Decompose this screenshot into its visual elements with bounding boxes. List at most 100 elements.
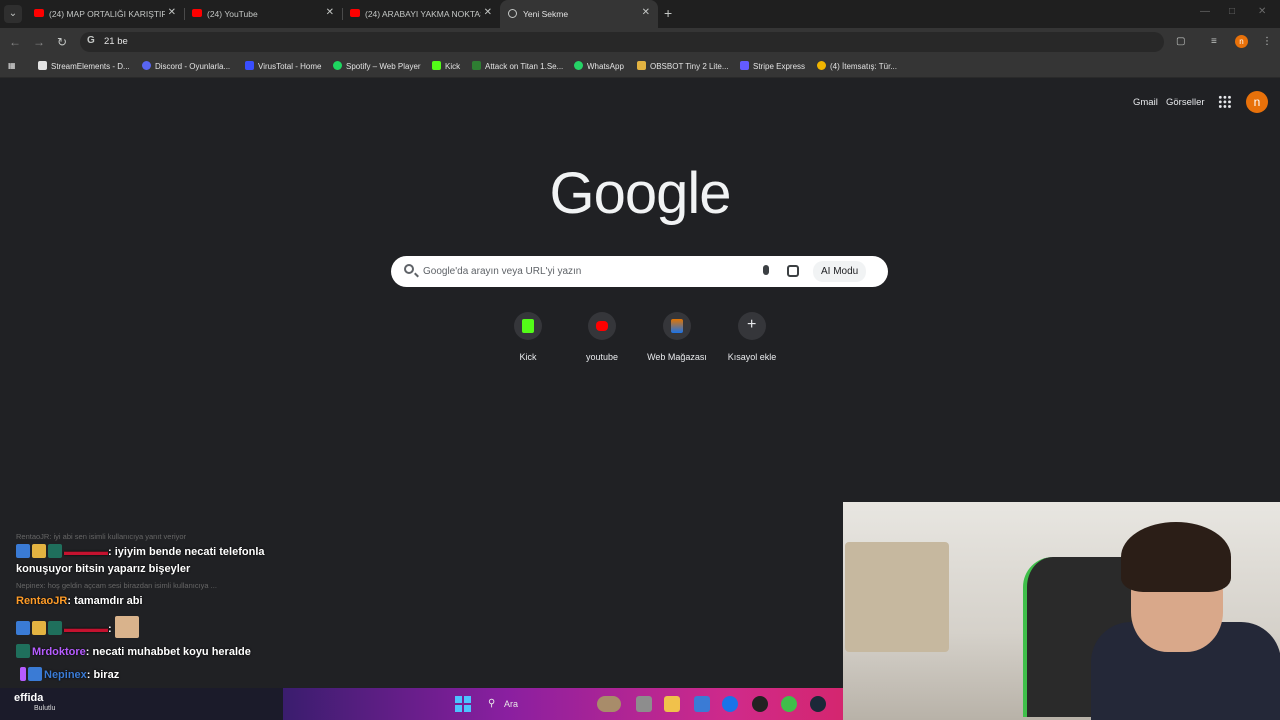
ai-mode-button[interactable]: AI Modu [813,261,867,282]
taskbar-search[interactable]: Ara [480,694,580,714]
store-icon[interactable] [694,696,710,712]
crown-icon [32,621,46,635]
badge-icon [16,544,30,558]
file-explorer-icon[interactable] [664,696,680,712]
forward-icon[interactable]: → [33,35,45,49]
profile-avatar[interactable]: n [1235,35,1248,48]
microphone-icon[interactable] [763,265,769,275]
stripe-icon [740,61,749,70]
bookmark-whatsapp[interactable]: WhatsApp [574,61,624,73]
search-input[interactable] [423,262,743,281]
steam-icon[interactable] [810,696,826,712]
obsbot-icon [637,61,646,70]
site-icon [472,61,481,70]
tab-2[interactable]: (24) YouTube ✕ [184,0,342,28]
chat-message: Nepinex: biraz [16,667,296,684]
bookmark-kick[interactable]: Kick [432,61,460,73]
close-icon[interactable]: ✕ [642,7,650,18]
bookmark-label: Stripe Express [753,62,806,71]
close-window-icon[interactable]: ✕ [1258,6,1266,17]
tab-3[interactable]: (24) ARABAYI YAKMA NOKTASI ✕ [342,0,500,28]
tab-title: Yeni Sekme [523,9,569,19]
bookmark-itemsatis[interactable]: (4) İtemsatış: Tür... [817,61,897,73]
plus-icon: + [747,316,757,333]
chrome-icon[interactable] [722,696,738,712]
bookmark-spotify[interactable]: Spotify – Web Player [333,61,421,73]
chat-reply-context: Nepinex: hoş geldin açcam sesi birazdan … [16,581,217,590]
google-apps-icon[interactable] [1218,95,1232,109]
badge-icon [16,621,30,635]
chat-text: necati muhabbet koyu heralde [92,646,251,658]
xbox-icon[interactable] [781,696,797,712]
minimize-icon[interactable]: — [1200,6,1210,17]
account-avatar[interactable]: n [1246,91,1268,113]
chat-reply-context: RentaoJR: iyi abi sen isimli kullanıcıya… [16,532,187,541]
bookmark-discord[interactable]: Discord - Oyunlarla... [142,61,230,73]
close-icon[interactable]: ✕ [484,7,492,18]
apps-grid-icon[interactable]: ▦ [8,61,16,73]
chat-username: ▬▬▬▬ [64,623,108,635]
chat-message: ▬▬▬▬: iyiyim bende necati telefonla konu… [16,544,265,575]
bookmark-attack-on-titan[interactable]: Attack on Titan 1.Se... [472,61,563,73]
bookmark-label: Attack on Titan 1.Se... [485,62,564,71]
shortcut-label: youtube [585,352,619,362]
youtube-icon [192,9,202,17]
streamer [1091,522,1280,720]
shortcut-web-store[interactable]: Web Mağazası [641,312,713,362]
chat-message: RentaoJR: tamamdır abi [16,595,143,607]
bookmark-label: VirusTotal - Home [258,62,322,71]
maximize-icon[interactable]: □ [1229,6,1235,17]
shortcut-label: Web Mağazası [647,352,707,362]
ghub-icon[interactable] [752,696,768,712]
tab-4-active[interactable]: Yeni Sekme ✕ [500,0,658,28]
widget-icon[interactable] [597,696,621,712]
shortcut-youtube[interactable]: youtube [566,312,638,362]
kick-icon [432,61,441,70]
shortcut-kick[interactable]: Kick [492,312,564,362]
gmail-link[interactable]: Gmail [1133,97,1158,108]
badge-icon [16,644,30,658]
search-box[interactable]: AI Modu [391,256,888,287]
streamelements-icon [38,61,47,70]
extensions-icon[interactable]: ▢ [1176,36,1185,47]
web-store-icon [671,319,683,333]
badge-icon [28,667,42,681]
shortcut-add[interactable]: + Kısayol ekle [716,312,788,362]
tab-title: (24) YouTube [207,9,258,19]
chat-username: ▬▬▬▬ [64,546,108,558]
discord-icon [142,61,151,70]
tab-1[interactable]: (24) MAP ORTALIĞI KARIŞTIRDI ✕ [26,0,184,28]
windows-start-icon[interactable] [455,696,471,712]
bookmark-obsbot[interactable]: OBSBOT Tiny 2 Lite... [637,61,729,73]
bookmark-label: Discord - Oyunlarla... [155,62,231,71]
media-controls-icon[interactable]: ≡ [1211,36,1217,47]
shortcut-label: Kısayol ekle [727,352,777,362]
back-icon[interactable]: ← [9,35,21,49]
tab-title: (24) MAP ORTALIĞI KARIŞTIRDI [49,9,165,19]
address-text[interactable]: 21 be [104,36,128,47]
tab-title: (24) ARABAYI YAKMA NOKTASI [365,9,481,19]
chat-username: effida [14,692,44,704]
chat-username: RentaoJR [16,595,68,607]
close-icon[interactable]: ✕ [168,7,176,18]
menu-kebab-icon[interactable]: ⋮ [1262,36,1272,47]
virustotal-icon [245,61,254,70]
bookmark-label: (4) İtemsatış: Tür... [830,62,897,71]
google-lens-icon[interactable] [787,265,799,277]
bookmark-stripe[interactable]: Stripe Express [740,61,805,73]
search-icon [404,264,414,274]
images-link[interactable]: Görseller [1166,97,1205,108]
bookmark-streamelements[interactable]: StreamElements - D... [38,61,130,73]
task-view-icon[interactable] [636,696,652,712]
chat-message: ▬▬▬▬: [16,616,296,638]
new-tab-button[interactable]: + [664,5,672,21]
tab-search-button[interactable]: ⌄ [4,5,22,23]
address-bar[interactable]: G 21 be [80,32,1164,52]
badge-icon [48,544,62,558]
bookmark-virustotal[interactable]: VirusTotal - Home [245,61,321,73]
chat-text: biraz [93,669,120,681]
bookmark-label: Kick [445,62,461,71]
chat-message: Mrdoktore: necati muhabbet koyu heralde [16,644,296,661]
reload-icon[interactable]: ↻ [57,35,67,49]
close-icon[interactable]: ✕ [326,7,334,18]
